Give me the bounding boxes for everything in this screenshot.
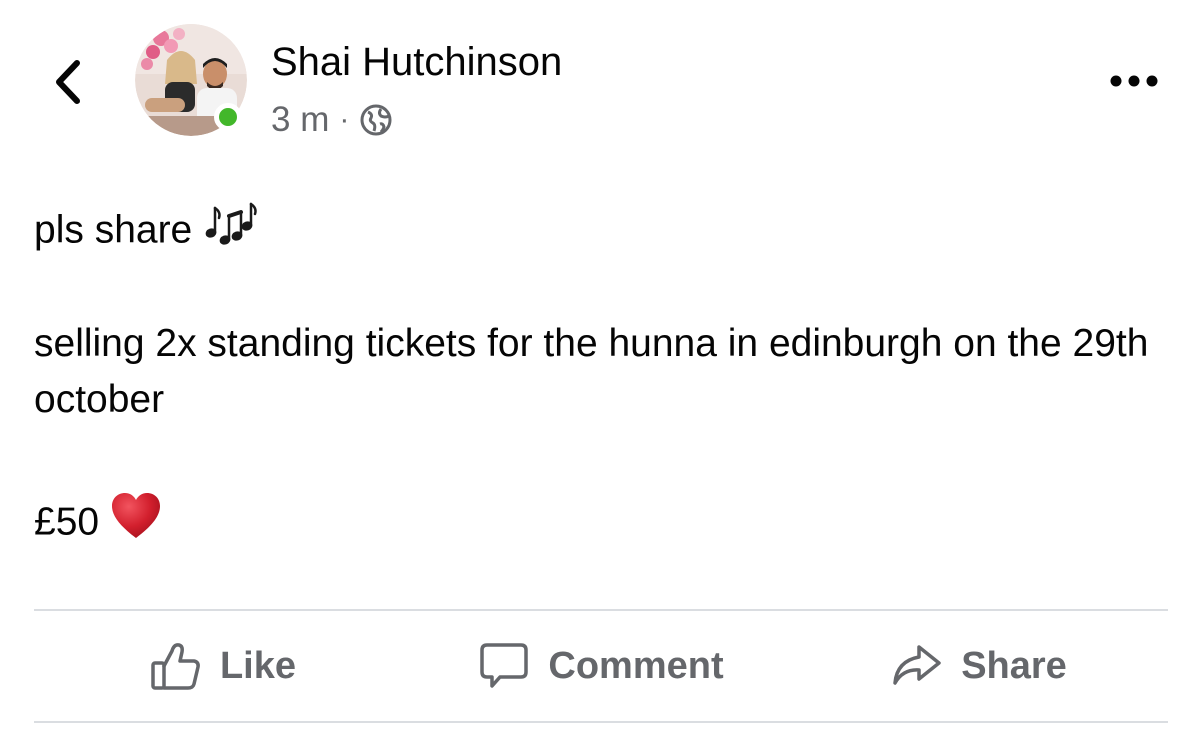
- meta-separator: ·: [339, 103, 350, 136]
- thumbs-up-icon: [151, 643, 200, 690]
- chevron-left-icon: [56, 60, 80, 104]
- music-notes-icon: [203, 200, 259, 264]
- post-text-share: pls share: [34, 208, 204, 252]
- avatar[interactable]: [135, 24, 247, 136]
- like-button[interactable]: Like: [34, 611, 412, 721]
- comment-bubble-icon: [480, 643, 529, 688]
- share-button[interactable]: Share: [790, 611, 1168, 721]
- post-text-line-1: pls share: [34, 200, 259, 264]
- share-arrow-icon: [893, 645, 941, 685]
- action-bar: Like Comment Share: [34, 611, 1168, 721]
- post-text-price: £50: [34, 500, 110, 544]
- online-status-indicator: [214, 103, 242, 131]
- back-button[interactable]: [44, 52, 92, 112]
- red-heart-icon: [110, 492, 162, 556]
- more-options-button[interactable]: [1104, 64, 1164, 98]
- post-meta: 3 m ·: [271, 98, 393, 142]
- author-name[interactable]: Shai Hutchinson: [271, 40, 562, 85]
- globe-icon[interactable]: [359, 103, 393, 137]
- divider-bottom: [34, 721, 1168, 723]
- like-label: Like: [219, 644, 297, 687]
- comment-label: Comment: [548, 644, 724, 687]
- comment-button[interactable]: Comment: [412, 611, 790, 721]
- post-text-line-2: selling 2x standing tickets for the hunn…: [34, 322, 1160, 421]
- post-time[interactable]: 3 m: [271, 100, 329, 140]
- share-label: Share: [961, 644, 1067, 687]
- post-text-line-3: £50: [34, 492, 162, 556]
- ellipsis-icon: [1110, 75, 1158, 87]
